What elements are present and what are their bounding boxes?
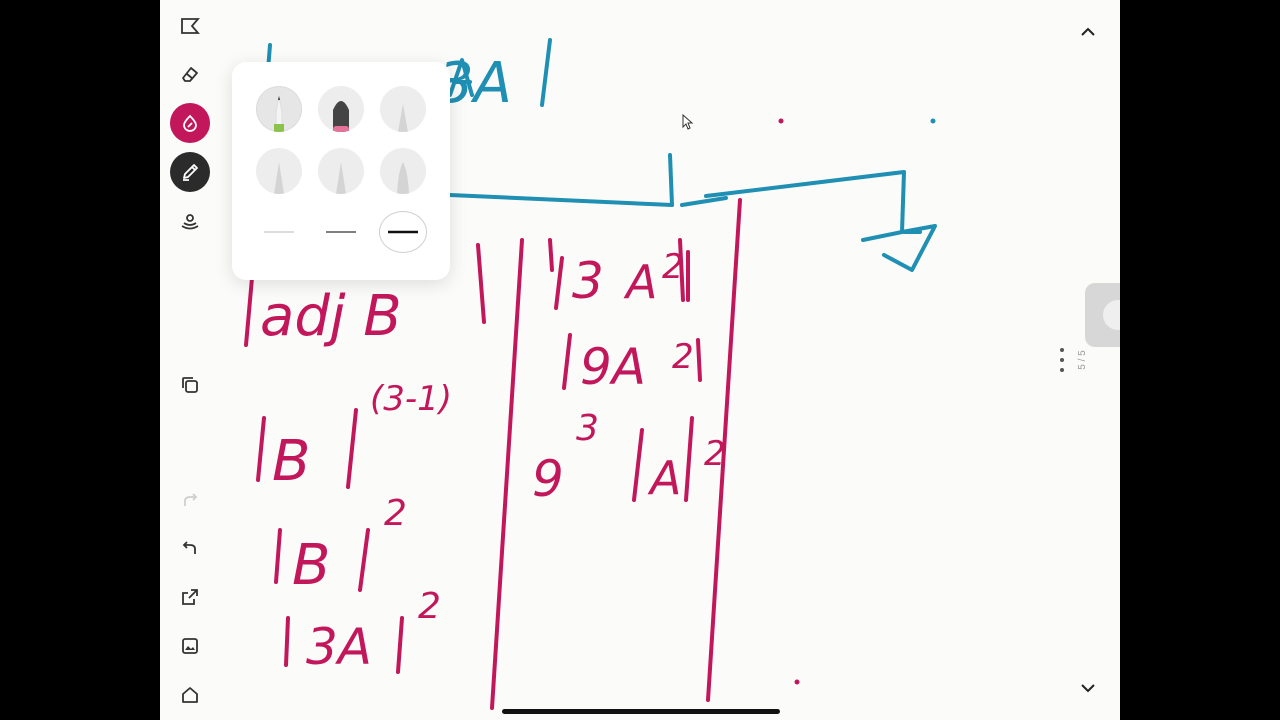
- medium-line-icon: [326, 231, 356, 233]
- thin-line-icon: [264, 231, 294, 233]
- select-tool[interactable]: [170, 6, 210, 46]
- duplicate-tool[interactable]: [170, 365, 210, 405]
- pen-nib-icon: [274, 162, 284, 194]
- ink-b-2: B: [292, 533, 330, 598]
- eraser-tool[interactable]: [170, 54, 210, 94]
- dot: [930, 118, 936, 124]
- ink-b-1: B: [272, 429, 310, 494]
- home-indicator-bar[interactable]: [502, 709, 780, 714]
- thickness-medium[interactable]: [318, 212, 364, 252]
- marker-option[interactable]: [318, 86, 364, 132]
- ink-sq-col2: 2: [662, 247, 684, 287]
- ink-adj-b: adj B: [260, 284, 402, 349]
- pen-option-6[interactable]: [380, 148, 426, 194]
- redo-tool[interactable]: [170, 480, 210, 520]
- dot: [778, 118, 784, 124]
- ink-3-col2: 3: [572, 252, 604, 310]
- page-indicator: 5 / 5: [1076, 350, 1088, 370]
- pen-nib-icon: [397, 162, 409, 194]
- thickness-thick[interactable]: [380, 212, 426, 252]
- thick-line-icon: [388, 230, 418, 234]
- mouse-pointer-icon: [682, 114, 694, 130]
- ink-cube: 3: [576, 408, 599, 449]
- ink-exponent: (3-1): [370, 379, 452, 419]
- pen-option-4[interactable]: [256, 148, 302, 194]
- ink-9a: 9A: [580, 338, 646, 396]
- ink-sq-1: 2: [384, 493, 407, 534]
- dot: [794, 679, 800, 685]
- scroll-knob[interactable]: [1102, 300, 1120, 330]
- audio-tool[interactable]: [170, 201, 210, 241]
- duplicate-icon: [182, 377, 198, 393]
- undo-icon: [182, 541, 196, 554]
- chevron-down-icon[interactable]: [1076, 676, 1100, 700]
- ink-sq-abs: 2: [704, 434, 726, 474]
- thickness-thin[interactable]: [256, 212, 302, 252]
- eraser-icon: [182, 67, 198, 82]
- page-scroll-handle[interactable]: [1085, 283, 1120, 347]
- ink-9: 9: [532, 450, 564, 508]
- audio-icon: [181, 214, 199, 230]
- pen-nib-icon: [398, 104, 408, 132]
- redo-icon: [184, 493, 198, 506]
- notes-screen: 3A adj B (3-1) B B 2 3A 2 3 A 2 9A 2 9 3…: [160, 0, 1120, 720]
- pen-tool[interactable]: [170, 152, 210, 192]
- pencil-option[interactable]: [256, 86, 302, 132]
- ink-sq-9a: 2: [672, 337, 694, 377]
- home-icon: [182, 687, 198, 703]
- undo-tool[interactable]: [170, 528, 210, 568]
- chevron-up-icon[interactable]: [1076, 20, 1100, 44]
- image-tool[interactable]: [170, 626, 210, 666]
- marker-icon: [333, 101, 349, 132]
- select-icon: [181, 18, 200, 34]
- pen-icon: [183, 164, 198, 181]
- ink-sq-2: 2: [418, 586, 441, 627]
- ink-a-col2: A: [623, 255, 657, 309]
- share-icon: [182, 589, 198, 605]
- color-icon: [183, 114, 197, 132]
- pen-picker-popup: [232, 62, 450, 280]
- image-icon: [182, 638, 198, 654]
- pen-nib-icon: [336, 162, 346, 194]
- pen-option-3[interactable]: [380, 86, 426, 132]
- ink-a-abs: A: [647, 451, 681, 505]
- home-tool[interactable]: [170, 675, 210, 715]
- color-tool[interactable]: [170, 103, 210, 143]
- share-tool[interactable]: [170, 577, 210, 617]
- ink-3a: 3A: [306, 618, 372, 676]
- pen-option-5[interactable]: [318, 148, 364, 194]
- pink-text: adj B (3-1) B B 2 3A 2 3 A 2 9A 2 9 3 A …: [260, 247, 726, 676]
- pencil-icon: [274, 95, 284, 132]
